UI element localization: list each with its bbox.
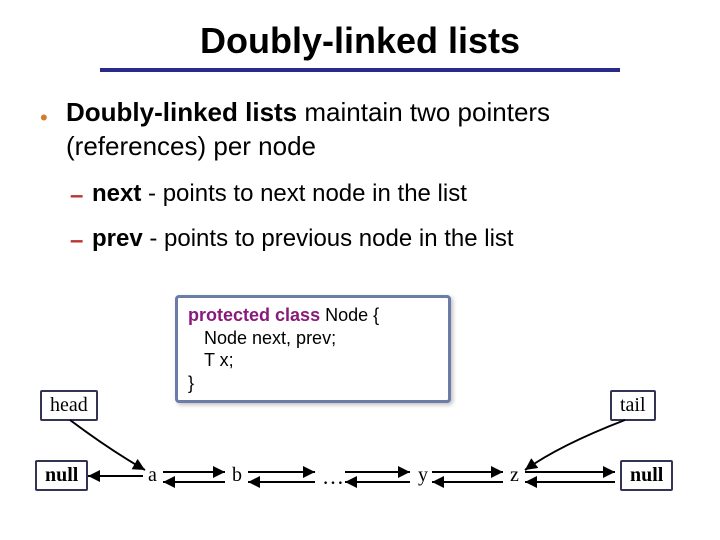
page-title: Doubly-linked lists: [0, 0, 720, 68]
dash-icon: –: [70, 225, 83, 256]
sub1-rest: - points to next node in the list: [141, 180, 467, 207]
bullet-level1: • Doubly-linked lists maintain two point…: [40, 96, 680, 164]
dash-icon: –: [70, 180, 83, 211]
bullet-level2: – prev - points to previous node in the …: [70, 223, 680, 254]
arrows-svg: [0, 370, 720, 530]
sub2-lead: prev: [92, 225, 143, 252]
code-text: T x;: [188, 349, 438, 372]
code-text: Node {: [320, 305, 379, 325]
bullet1-lead: Doubly-linked lists: [66, 97, 297, 127]
code-kw: class: [275, 305, 320, 325]
title-underline: [100, 68, 620, 72]
linked-list-diagram: head tail null null a b … y z: [0, 370, 720, 530]
bullet-level2: – next - points to next node in the list: [70, 178, 680, 209]
sub2-rest: - points to previous node in the list: [143, 225, 514, 252]
code-text: Node next, prev;: [188, 327, 438, 350]
code-kw: protected: [188, 305, 270, 325]
bullet-dot-icon: •: [40, 104, 48, 133]
sub1-lead: next: [92, 180, 141, 207]
